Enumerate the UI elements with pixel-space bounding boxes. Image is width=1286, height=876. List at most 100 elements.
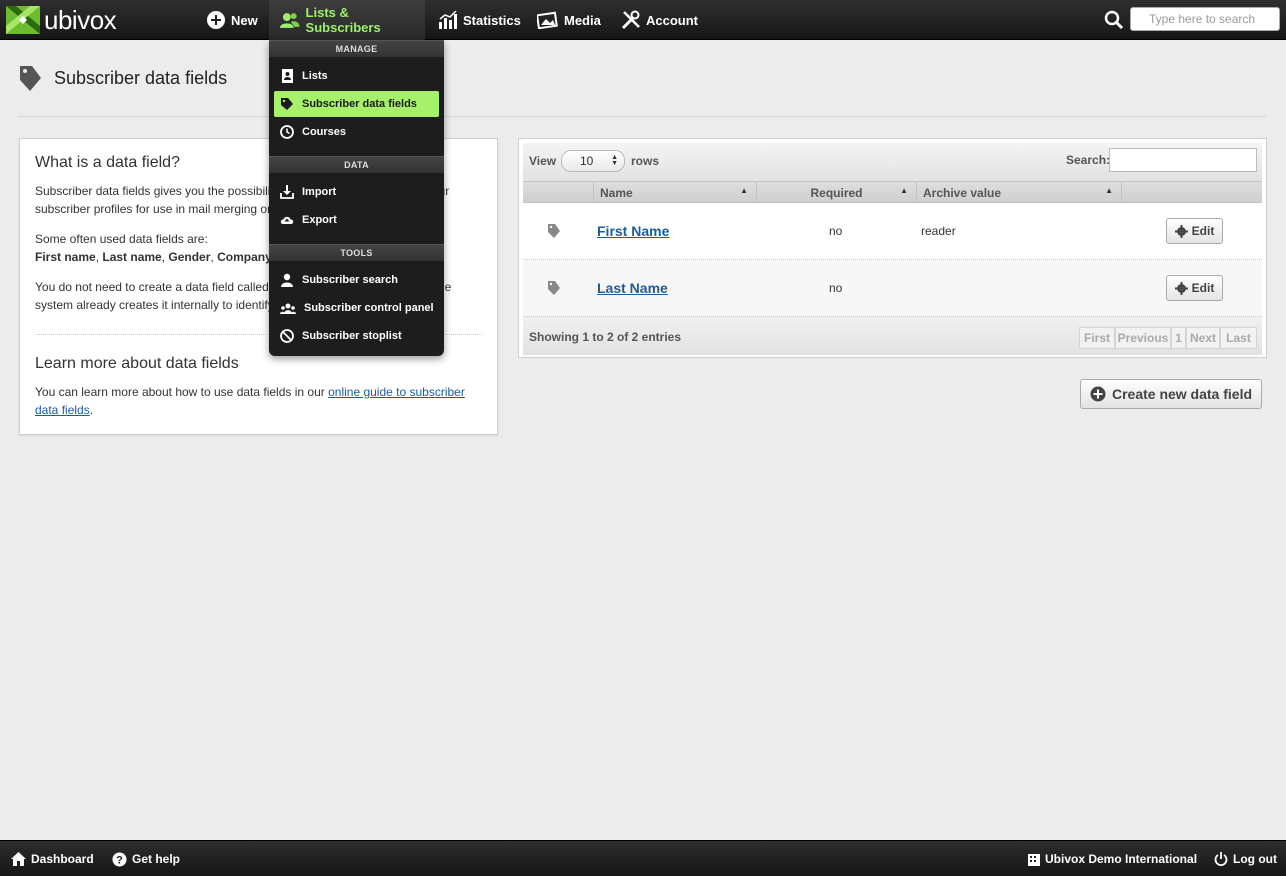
column-header-archive-label: Archive value [923, 185, 1002, 200]
pager-previous[interactable]: Previous [1115, 327, 1171, 349]
nav-account[interactable]: Account [621, 0, 701, 40]
menu-item-subscriber-data-fields[interactable]: Subscriber data fields [274, 91, 439, 117]
search-icon[interactable] [1104, 10, 1124, 30]
bottom-bar: Dashboard ? Get help Ubivox Demo Interna… [0, 840, 1286, 876]
nav-lists-subscribers[interactable]: Lists & Subscribers [269, 0, 425, 40]
column-header-required[interactable]: Required ▲ [757, 182, 917, 203]
home-icon [11, 852, 26, 866]
plus-circle-icon [207, 11, 225, 29]
table-toolbar: View 10 ▲ ▼ rows Search: [523, 143, 1262, 181]
footer-help-link[interactable]: ? Get help [112, 841, 180, 876]
users-icon [279, 13, 300, 28]
users-group-icon [280, 303, 296, 314]
nav-new[interactable]: New [206, 0, 266, 40]
info-heading: What is a data field? [35, 154, 180, 171]
plus-circle-icon [1090, 386, 1106, 402]
svg-text:?: ? [116, 854, 123, 866]
pager-first[interactable]: First [1079, 327, 1115, 349]
statistics-chart-icon [439, 11, 457, 29]
ubivox-logo-mark-icon [6, 6, 40, 34]
example-field: Company [217, 250, 272, 264]
table-search-input[interactable] [1109, 148, 1257, 172]
menu-item-lists[interactable]: Lists [274, 63, 439, 89]
info-examples-intro: Some often used data fields are: [35, 232, 208, 246]
table-header: Name ▲ Required ▲ Archive value ▲ [523, 181, 1262, 203]
column-header-required-label: Required [810, 185, 863, 200]
data-fields-table-panel: View 10 ▲ ▼ rows Search: Name ▲ Required … [518, 138, 1267, 358]
nav-media-label: Media [564, 12, 601, 28]
import-icon [280, 185, 294, 199]
learn-text: You can learn more about how to use data… [35, 385, 329, 399]
tag-icon [20, 66, 41, 91]
nav-statistics-label: Statistics [463, 12, 521, 28]
learn-heading: Learn more about data fields [35, 355, 239, 372]
sort-ascending-icon: ▲ [740, 186, 748, 195]
pager-last[interactable]: Last [1220, 327, 1257, 349]
edit-button-label: Edit [1191, 224, 1215, 238]
column-header-icon [523, 182, 594, 203]
menu-item-subscriber-search[interactable]: Subscriber search [274, 267, 439, 293]
edit-button[interactable]: Edit [1166, 218, 1223, 244]
nav-new-label: New [231, 12, 258, 28]
menu-item-export[interactable]: Export [274, 207, 439, 233]
pager-page[interactable]: 1 [1171, 327, 1186, 349]
footer-help-label: Get help [132, 852, 181, 866]
menu-item-label: Export [302, 214, 337, 226]
edit-button[interactable]: Edit [1166, 275, 1223, 301]
column-header-actions [1122, 182, 1264, 203]
menu-item-label: Subscriber control panel [304, 302, 434, 314]
column-header-name-label: Name [600, 185, 633, 200]
table-footer: Showing 1 to 2 of 2 entries First Previo… [523, 317, 1262, 355]
footer-dashboard-label: Dashboard [31, 852, 94, 866]
select-arrows-icon: ▲ ▼ [611, 154, 618, 167]
menu-item-label: Lists [302, 70, 328, 82]
column-header-name[interactable]: Name ▲ [594, 182, 757, 203]
field-archive-value: reader [921, 224, 956, 238]
sort-both-icon: ▲ [1105, 186, 1113, 195]
view-label: View [529, 154, 557, 168]
nav-statistics[interactable]: Statistics [438, 0, 528, 40]
footer-dashboard-link[interactable]: Dashboard [11, 841, 94, 876]
gear-icon [1174, 281, 1188, 295]
gear-icon [1174, 224, 1188, 238]
rows-per-page-value: 10 [580, 154, 594, 168]
learn-text-end: . [89, 403, 94, 417]
nav-media[interactable]: Media [537, 0, 607, 40]
menu-item-label: Subscriber search [302, 274, 398, 286]
field-name-link[interactable]: First Name [597, 223, 669, 239]
menu-item-courses[interactable]: Courses [274, 119, 439, 145]
field-required: no [829, 224, 843, 238]
footer-account-label: Ubivox Demo International [1045, 852, 1198, 866]
field-name-link[interactable]: Last Name [597, 280, 668, 296]
sort-both-icon: ▲ [900, 186, 908, 195]
tag-icon [281, 98, 293, 110]
table-row: Last Name no Edit [523, 260, 1262, 317]
menu-item-label: Import [302, 186, 337, 198]
column-header-archive[interactable]: Archive value ▲ [917, 182, 1122, 203]
example-field: Last name [102, 250, 162, 264]
logo-wordmark: ubivox [44, 4, 117, 35]
pager-next[interactable]: Next [1186, 327, 1220, 349]
ubivox-logo[interactable]: ubivox [6, 4, 117, 35]
tag-icon [548, 224, 560, 238]
menu-item-subscriber-stoplist[interactable]: Subscriber stoplist [274, 323, 439, 349]
nav-lists-label: Lists & Subscribers [305, 5, 381, 35]
menu-item-subscriber-control-panel[interactable]: Subscriber control panel [274, 295, 439, 321]
example-field: First name [35, 250, 96, 264]
footer-account-name[interactable]: Ubivox Demo International [1028, 841, 1197, 876]
menu-item-import[interactable]: Import [274, 179, 439, 205]
page-header: Subscriber data fields [18, 64, 227, 92]
building-icon [1028, 854, 1040, 866]
rows-label: rows [631, 154, 660, 168]
rows-per-page-select[interactable]: 10 ▲ ▼ [561, 150, 625, 172]
tools-wrench-icon [621, 10, 640, 30]
footer-logout-link[interactable]: Log out [1214, 841, 1277, 876]
field-required: no [829, 281, 843, 295]
create-data-field-button[interactable]: Create new data field [1080, 379, 1262, 409]
learn-paragraph: You can learn more about how to use data… [35, 383, 485, 419]
edit-button-label: Edit [1191, 281, 1215, 295]
help-circle-icon: ? [112, 852, 127, 866]
media-image-icon [537, 11, 558, 29]
clock-icon [280, 125, 294, 139]
global-search-input[interactable] [1130, 7, 1280, 31]
